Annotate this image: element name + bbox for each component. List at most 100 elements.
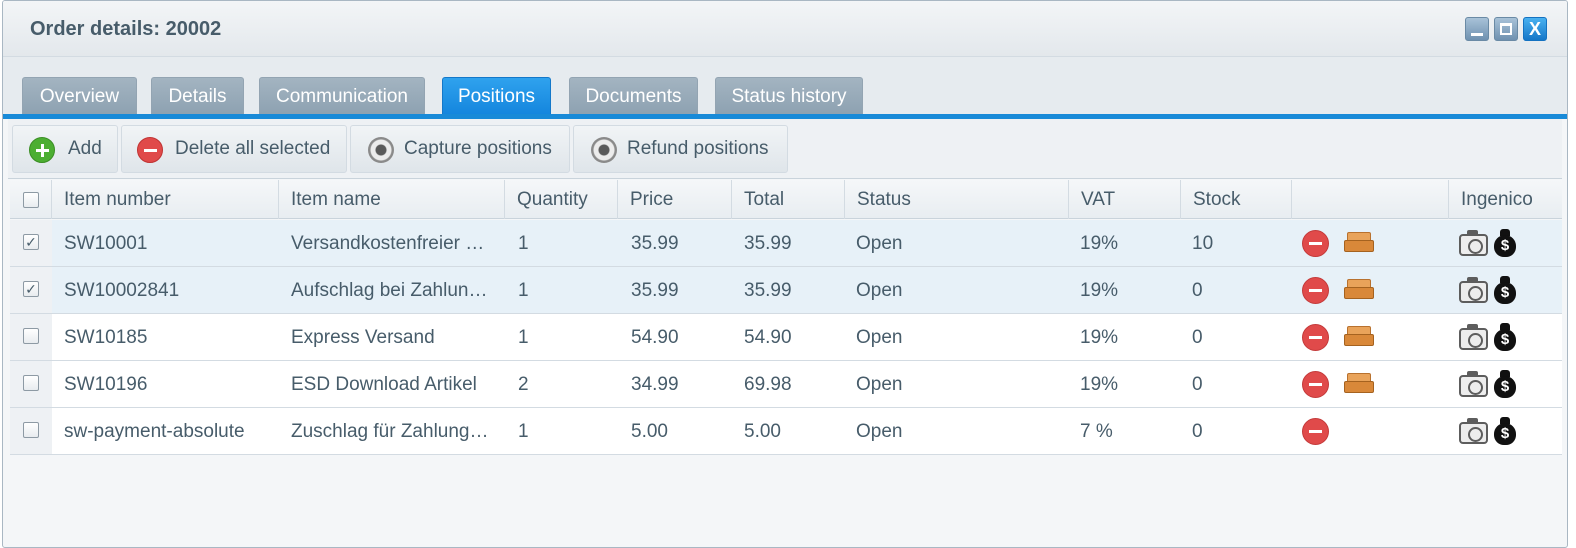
- cell-item-number: SW10196: [64, 374, 148, 395]
- cell-stock: 0: [1192, 374, 1203, 395]
- money-bag-refund-icon[interactable]: $: [1494, 323, 1516, 351]
- cell-quantity: 2: [518, 374, 529, 395]
- cell-status: Open: [856, 327, 903, 348]
- row-checkbox[interactable]: [23, 422, 39, 438]
- tab-details[interactable]: Details: [151, 77, 244, 115]
- cell-stock: 0: [1192, 327, 1203, 348]
- cell-item-name: Versandkostenfreier …: [291, 233, 485, 254]
- camera-capture-icon[interactable]: [1459, 324, 1488, 350]
- money-bag-refund-icon[interactable]: $: [1494, 276, 1516, 304]
- camera-capture-icon[interactable]: [1459, 277, 1488, 303]
- cell-item-number: SW10185: [64, 327, 148, 348]
- refund-positions-button[interactable]: Refund positions: [573, 125, 788, 173]
- cell-vat: 19%: [1080, 327, 1119, 348]
- delete-row-icon[interactable]: [1302, 230, 1329, 257]
- cell-total: 54.90: [744, 327, 792, 348]
- row-checkbox[interactable]: ✓: [23, 234, 39, 250]
- cell-item-name: Zuschlag für Zahlung…: [291, 421, 489, 442]
- table-row[interactable]: SW10196 ESD Download Artikel 2 34.99 69.98 Op…: [10, 361, 1562, 408]
- column-header-ingenico[interactable]: Ingenico: [1449, 180, 1562, 219]
- maximize-icon: [1500, 23, 1512, 35]
- cell-status: Open: [856, 374, 903, 395]
- cell-price: 5.00: [631, 421, 668, 442]
- row-checkbox[interactable]: [23, 328, 39, 344]
- window-title: Order details: 20002: [30, 18, 222, 40]
- tab-documents[interactable]: Documents: [569, 77, 698, 115]
- tab-status-history[interactable]: Status history: [715, 77, 863, 115]
- cell-vat: 7 %: [1080, 421, 1113, 442]
- delete-icon: [137, 137, 163, 163]
- delete-row-icon[interactable]: [1302, 371, 1329, 398]
- cell-total: 5.00: [744, 421, 781, 442]
- order-details-window: Order details: 20002 X Overview Details …: [2, 0, 1568, 548]
- grid-header: Item number Item name Quantity Price Tot…: [10, 180, 1562, 219]
- row-checker-cell: ✓: [10, 267, 52, 313]
- delete-all-selected-button[interactable]: Delete all selected: [121, 125, 347, 173]
- money-bag-refund-icon[interactable]: $: [1494, 370, 1516, 398]
- table-row[interactable]: ✓ SW10002841 Aufschlag bei Zahlun… 1 35.99 35…: [10, 267, 1562, 314]
- delete-button-label: Delete all selected: [175, 138, 331, 159]
- column-header-item-number[interactable]: Item number: [52, 180, 279, 219]
- cell-quantity: 1: [518, 280, 529, 301]
- camera-capture-icon[interactable]: [1459, 418, 1488, 444]
- add-icon: [29, 137, 55, 163]
- cell-item-number: sw-payment-absolute: [64, 421, 245, 442]
- money-bag-refund-icon[interactable]: $: [1494, 417, 1516, 445]
- row-checkbox[interactable]: ✓: [23, 281, 39, 297]
- delete-row-icon[interactable]: [1302, 418, 1329, 445]
- capture-button-label: Capture positions: [404, 138, 552, 159]
- inbox-tray-icon[interactable]: [1344, 232, 1374, 252]
- minimize-button[interactable]: [1465, 17, 1489, 41]
- column-header-vat[interactable]: VAT: [1069, 180, 1181, 219]
- refund-button-label: Refund positions: [627, 138, 769, 159]
- cell-stock: 10: [1192, 233, 1214, 254]
- cell-status: Open: [856, 421, 903, 442]
- camera-capture-icon[interactable]: [1459, 230, 1488, 256]
- cell-vat: 19%: [1080, 233, 1119, 254]
- table-row[interactable]: ✓ SW10001 Versandkostenfreier … 1 35.99 35.99…: [10, 220, 1562, 267]
- camera-capture-icon[interactable]: [1459, 371, 1488, 397]
- delete-row-icon[interactable]: [1302, 277, 1329, 304]
- row-checkbox[interactable]: [23, 375, 39, 391]
- inbox-tray-icon[interactable]: [1344, 373, 1374, 393]
- cell-status: Open: [856, 233, 903, 254]
- column-header-price[interactable]: Price: [618, 180, 732, 219]
- cell-price: 34.99: [631, 374, 679, 395]
- table-row[interactable]: sw-payment-absolute Zuschlag für Zahlung……: [10, 408, 1562, 455]
- column-header-total[interactable]: Total: [732, 180, 845, 219]
- inbox-tray-icon[interactable]: [1344, 279, 1374, 299]
- cell-total: 69.98: [744, 374, 792, 395]
- cell-item-name: Aufschlag bei Zahlun…: [291, 280, 488, 301]
- positions-toolbar: Add Delete all selected Capture position…: [8, 119, 1562, 179]
- delete-row-icon[interactable]: [1302, 324, 1329, 351]
- column-header-quantity[interactable]: Quantity: [505, 180, 618, 219]
- column-header-status[interactable]: Status: [845, 180, 1069, 219]
- tab-positions[interactable]: Positions: [442, 77, 551, 115]
- cell-vat: 19%: [1080, 280, 1119, 301]
- column-header-item-name[interactable]: Item name: [279, 180, 505, 219]
- capture-positions-button[interactable]: Capture positions: [350, 125, 570, 173]
- row-checker-cell: [10, 408, 52, 454]
- cell-quantity: 1: [518, 233, 529, 254]
- close-icon: X: [1528, 19, 1541, 39]
- capture-radio-icon: [368, 137, 394, 163]
- window-title-bar[interactable]: Order details: 20002 X: [3, 1, 1567, 57]
- column-header-stock[interactable]: Stock: [1181, 180, 1292, 219]
- add-button[interactable]: Add: [12, 125, 118, 173]
- tab-overview[interactable]: Overview: [22, 77, 137, 115]
- money-bag-refund-icon[interactable]: $: [1494, 229, 1516, 257]
- row-checker-cell: ✓: [10, 220, 52, 266]
- cell-vat: 19%: [1080, 374, 1119, 395]
- maximize-button[interactable]: [1494, 17, 1518, 41]
- tab-communication[interactable]: Communication: [259, 77, 425, 115]
- row-checker-cell: [10, 314, 52, 360]
- inbox-tray-icon[interactable]: [1344, 326, 1374, 346]
- cell-price: 54.90: [631, 327, 679, 348]
- column-header-actions: [1292, 180, 1449, 219]
- row-checker-cell: [10, 361, 52, 407]
- tab-bar: Overview Details Communication Positions…: [3, 57, 1567, 119]
- cell-status: Open: [856, 280, 903, 301]
- table-row[interactable]: SW10185 Express Versand 1 54.90 54.90 Open 19%…: [10, 314, 1562, 361]
- select-all-checkbox[interactable]: [23, 192, 39, 208]
- close-button[interactable]: X: [1523, 17, 1547, 41]
